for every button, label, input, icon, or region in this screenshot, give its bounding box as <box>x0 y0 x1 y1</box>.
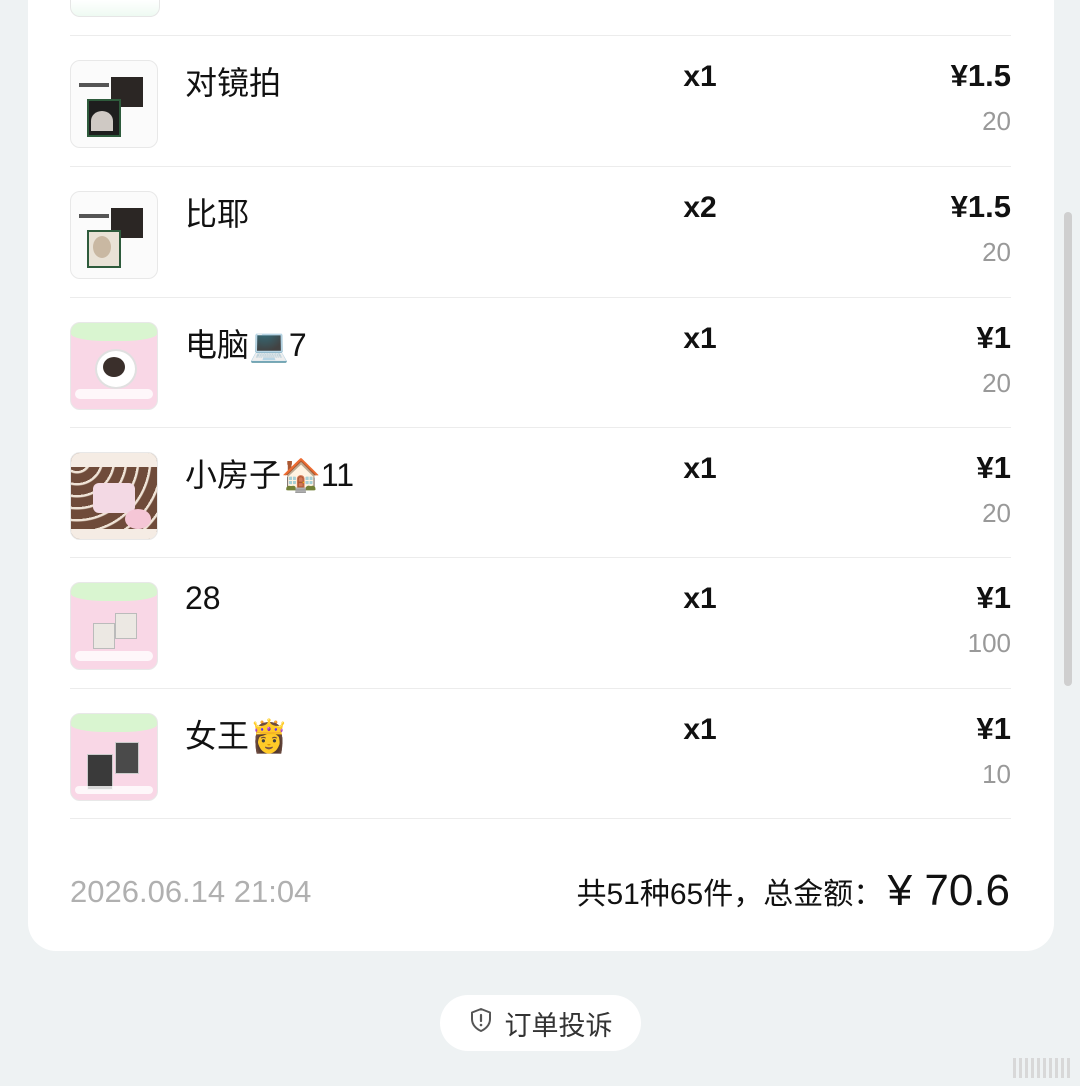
order-datetime: 2026.06.14 21:04 <box>70 874 312 909</box>
item-name: 比耶 <box>185 196 250 232</box>
item-count: 10 <box>982 759 1011 789</box>
item-count: 20 <box>982 237 1011 267</box>
item-quantity: x1 <box>683 582 717 615</box>
item-price: ¥1 <box>976 580 1011 615</box>
item-quantity: x1 <box>683 322 717 355</box>
item-count: 100 <box>967 628 1011 658</box>
item-quantity: x1 <box>683 713 717 746</box>
item-name: 28 <box>185 580 221 616</box>
item-price: ¥1.5 <box>950 58 1011 93</box>
item-thumbnail[interactable] <box>70 713 158 801</box>
divider <box>70 818 1011 819</box>
order-item[interactable]: 28 x1 ¥1 100 <box>70 557 1011 688</box>
order-summary: 共51种65件，总金额： ¥ 70.6 <box>576 866 1010 916</box>
item-count: 20 <box>982 106 1011 136</box>
item-quantity: x2 <box>683 191 717 224</box>
item-thumbnail[interactable] <box>70 60 158 148</box>
order-item[interactable]: 对镜拍 x1 ¥1.5 20 <box>70 35 1011 166</box>
order-item[interactable]: 电脑💻7 x1 ¥1 20 <box>70 297 1011 428</box>
item-name: 电脑💻7 <box>185 327 307 363</box>
item-count: 20 <box>982 368 1011 398</box>
item-thumbnail[interactable] <box>70 322 158 410</box>
order-item[interactable]: 小房子🏠11 x1 ¥1 20 <box>70 427 1011 558</box>
previous-item-thumbnail[interactable] <box>70 0 160 17</box>
item-price: ¥1.5 <box>950 189 1011 224</box>
item-price: ¥1 <box>976 450 1011 485</box>
item-thumbnail[interactable] <box>70 191 158 279</box>
item-name: 女王👸 <box>185 718 289 754</box>
watermark <box>1013 1058 1070 1078</box>
order-item[interactable]: 女王👸 x1 ¥1 10 <box>70 688 1011 819</box>
item-count: 20 <box>982 498 1011 528</box>
item-thumbnail[interactable] <box>70 582 158 670</box>
item-price: ¥1 <box>976 320 1011 355</box>
order-item[interactable]: 比耶 x2 ¥1.5 20 <box>70 166 1011 297</box>
item-price: ¥1 <box>976 711 1011 746</box>
complaint-label: 订单投诉 <box>504 1010 613 1041</box>
order-complaint-button[interactable]: 订单投诉 <box>440 995 641 1051</box>
summary-label: 共51种65件，总金额： <box>576 878 884 911</box>
order-total: ¥ 70.6 <box>887 866 1010 915</box>
item-name: 小房子🏠11 <box>185 457 355 493</box>
item-quantity: x1 <box>683 60 717 93</box>
shield-icon <box>469 1007 493 1040</box>
item-name: 对镜拍 <box>185 65 282 101</box>
scrollbar[interactable] <box>1064 212 1072 686</box>
item-quantity: x1 <box>683 452 717 485</box>
item-thumbnail[interactable] <box>70 452 158 540</box>
